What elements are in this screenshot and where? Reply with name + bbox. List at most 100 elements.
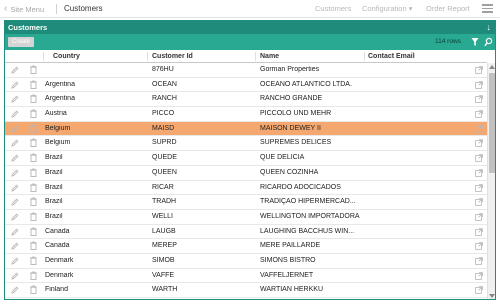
delete-trash-icon[interactable]: [30, 80, 37, 89]
table-row[interactable]: Brazil TRADH TRADIÇÃO HIPERMERCAD...: [5, 195, 487, 210]
nav-configuration[interactable]: Configuration ▾: [362, 4, 412, 13]
table-row[interactable]: Brazil QUEDE QUE DELÍCIA: [5, 151, 487, 166]
cell-name: MAISON DEWEY II: [260, 124, 321, 132]
open-external-icon[interactable]: [475, 242, 483, 251]
edit-pencil-icon[interactable]: [11, 81, 19, 89]
panel-header: Customers ↓: [5, 21, 495, 34]
delete-trash-icon[interactable]: [30, 124, 37, 133]
nav-order-report[interactable]: Order Report: [426, 4, 470, 13]
column-header-name[interactable]: Name: [260, 53, 279, 60]
create-button[interactable]: Create: [8, 37, 35, 47]
cell-name: LAUGHING BACCHUS WIN...: [260, 227, 355, 235]
table-row[interactable]: Denmark VAFFE VAFFELJERNET: [5, 269, 487, 284]
grid-header: Country Customer Id Name Contact Email: [5, 50, 487, 63]
delete-trash-icon[interactable]: [30, 256, 37, 265]
table-row[interactable]: Finland WARTH WARTIAN HERKKU: [5, 283, 487, 298]
column-header-customer-id[interactable]: Customer Id: [152, 53, 193, 60]
delete-trash-icon[interactable]: [30, 197, 37, 207]
table-row[interactable]: Denmark SIMOB SIMONS BISTRO: [5, 254, 487, 269]
search-icon[interactable]: [484, 37, 493, 47]
table-row[interactable]: Argentina OCEAN OCÉANO ATLÁNTICO LTDA.: [5, 78, 487, 93]
edit-pencil-icon[interactable]: [11, 169, 19, 177]
edit-pencil-icon[interactable]: [11, 110, 19, 118]
open-external-icon[interactable]: [475, 154, 483, 162]
delete-trash-icon[interactable]: [30, 227, 37, 236]
hamburger-menu-icon[interactable]: [482, 4, 493, 13]
edit-pencil-icon[interactable]: [11, 213, 19, 221]
delete-trash-icon[interactable]: [30, 138, 37, 148]
open-external-icon[interactable]: [475, 183, 483, 192]
edit-pencil-icon[interactable]: [11, 286, 19, 294]
edit-pencil-icon[interactable]: [11, 139, 19, 148]
column-header-country[interactable]: Country: [53, 53, 80, 60]
open-external-icon[interactable]: [475, 271, 483, 280]
open-external-icon[interactable]: [475, 66, 483, 74]
open-external-icon[interactable]: [475, 80, 483, 89]
open-external-icon[interactable]: [475, 95, 483, 104]
delete-trash-icon[interactable]: [30, 212, 37, 221]
table-row-selected[interactable]: Belgium MAISD MAISON DEWEY II: [5, 121, 487, 137]
download-icon[interactable]: ↓: [487, 22, 492, 32]
edit-pencil-icon[interactable]: [11, 66, 19, 74]
scroll-up-arrow-icon[interactable]: [489, 65, 495, 69]
delete-trash-icon[interactable]: [30, 65, 37, 74]
open-external-icon[interactable]: [475, 227, 483, 236]
delete-trash-icon[interactable]: [30, 109, 37, 119]
nav-customers[interactable]: Customers: [315, 4, 351, 13]
cell-name: WARTIAN HERKKU: [260, 286, 324, 294]
back-link[interactable]: ‹ Site Menu: [4, 3, 44, 15]
cell-country: Brazil: [45, 212, 63, 220]
edit-pencil-icon[interactable]: [11, 184, 19, 192]
open-external-icon[interactable]: [475, 213, 483, 221]
edit-pencil-icon[interactable]: [11, 272, 19, 280]
delete-trash-icon[interactable]: [30, 153, 37, 163]
delete-trash-icon[interactable]: [30, 271, 37, 280]
cell-name: QUE DELÍCIA: [260, 154, 305, 162]
edit-pencil-icon[interactable]: [11, 154, 19, 162]
table-row[interactable]: Belgium SUPRD SUPRÊMES DÉLICES: [5, 136, 487, 152]
cell-customer-id: MEREP: [152, 242, 177, 250]
open-external-icon[interactable]: [475, 257, 483, 265]
open-external-icon[interactable]: [475, 110, 483, 118]
delete-trash-icon[interactable]: [30, 168, 37, 177]
edit-pencil-icon[interactable]: [11, 228, 19, 236]
divider: [56, 4, 57, 14]
grid-body: 876HU Gorman Properties Argentina OCEAN OCÉA…: [5, 63, 487, 299]
column-header-contact-email[interactable]: Contact Email: [368, 53, 415, 60]
table-row[interactable]: Brazil QUEEN QUEEN COZINHA: [5, 166, 487, 181]
cell-customer-id: WARTH: [152, 286, 178, 294]
delete-trash-icon[interactable]: [30, 285, 37, 295]
open-external-icon[interactable]: [475, 169, 483, 177]
open-external-icon[interactable]: [475, 198, 483, 206]
table-row[interactable]: Argentina RANCH RANCHO GRANDE: [5, 92, 487, 108]
edit-pencil-icon[interactable]: [11, 95, 19, 103]
edit-pencil-icon[interactable]: [11, 125, 19, 133]
table-row[interactable]: Austria PICCO PICCOLO UND MEHR: [5, 107, 487, 122]
grid-toolbar: Create 114 rows: [5, 34, 495, 50]
table-row[interactable]: 876HU Gorman Properties: [5, 63, 487, 78]
delete-trash-icon[interactable]: [30, 94, 37, 104]
scrollbar-thumb[interactable]: [489, 73, 495, 173]
scroll-down-arrow-icon[interactable]: [489, 294, 495, 298]
delete-trash-icon[interactable]: [30, 241, 37, 251]
cell-country: Finland: [45, 286, 68, 294]
panel-title: Customers: [8, 23, 48, 32]
table-row[interactable]: Canada MEREP MÈRE PAILLARDE: [5, 239, 487, 254]
vertical-scrollbar[interactable]: [487, 63, 495, 299]
edit-pencil-icon[interactable]: [11, 198, 19, 206]
open-external-icon[interactable]: [475, 124, 483, 133]
cell-customer-id: TRADH: [152, 198, 177, 206]
cell-name: TRADIÇÃO HIPERMERCAD...: [260, 198, 356, 206]
filter-icon[interactable]: [471, 37, 479, 47]
table-row[interactable]: Brazil RICAR RICARDO ADOCICADOS: [5, 181, 487, 196]
column-divider: [147, 52, 148, 61]
table-row[interactable]: Canada LAUGB LAUGHING BACCHUS WIN...: [5, 225, 487, 240]
table-row[interactable]: Brazil WELLI WELLINGTON IMPORTADORA: [5, 210, 487, 225]
customers-panel: Customers ↓ Create 114 rows Country Cust…: [4, 20, 496, 300]
cell-country: Brazil: [45, 168, 63, 176]
delete-trash-icon[interactable]: [30, 183, 37, 192]
open-external-icon[interactable]: [475, 139, 483, 148]
edit-pencil-icon[interactable]: [11, 242, 19, 250]
edit-pencil-icon[interactable]: [11, 257, 19, 265]
open-external-icon[interactable]: [475, 286, 483, 295]
